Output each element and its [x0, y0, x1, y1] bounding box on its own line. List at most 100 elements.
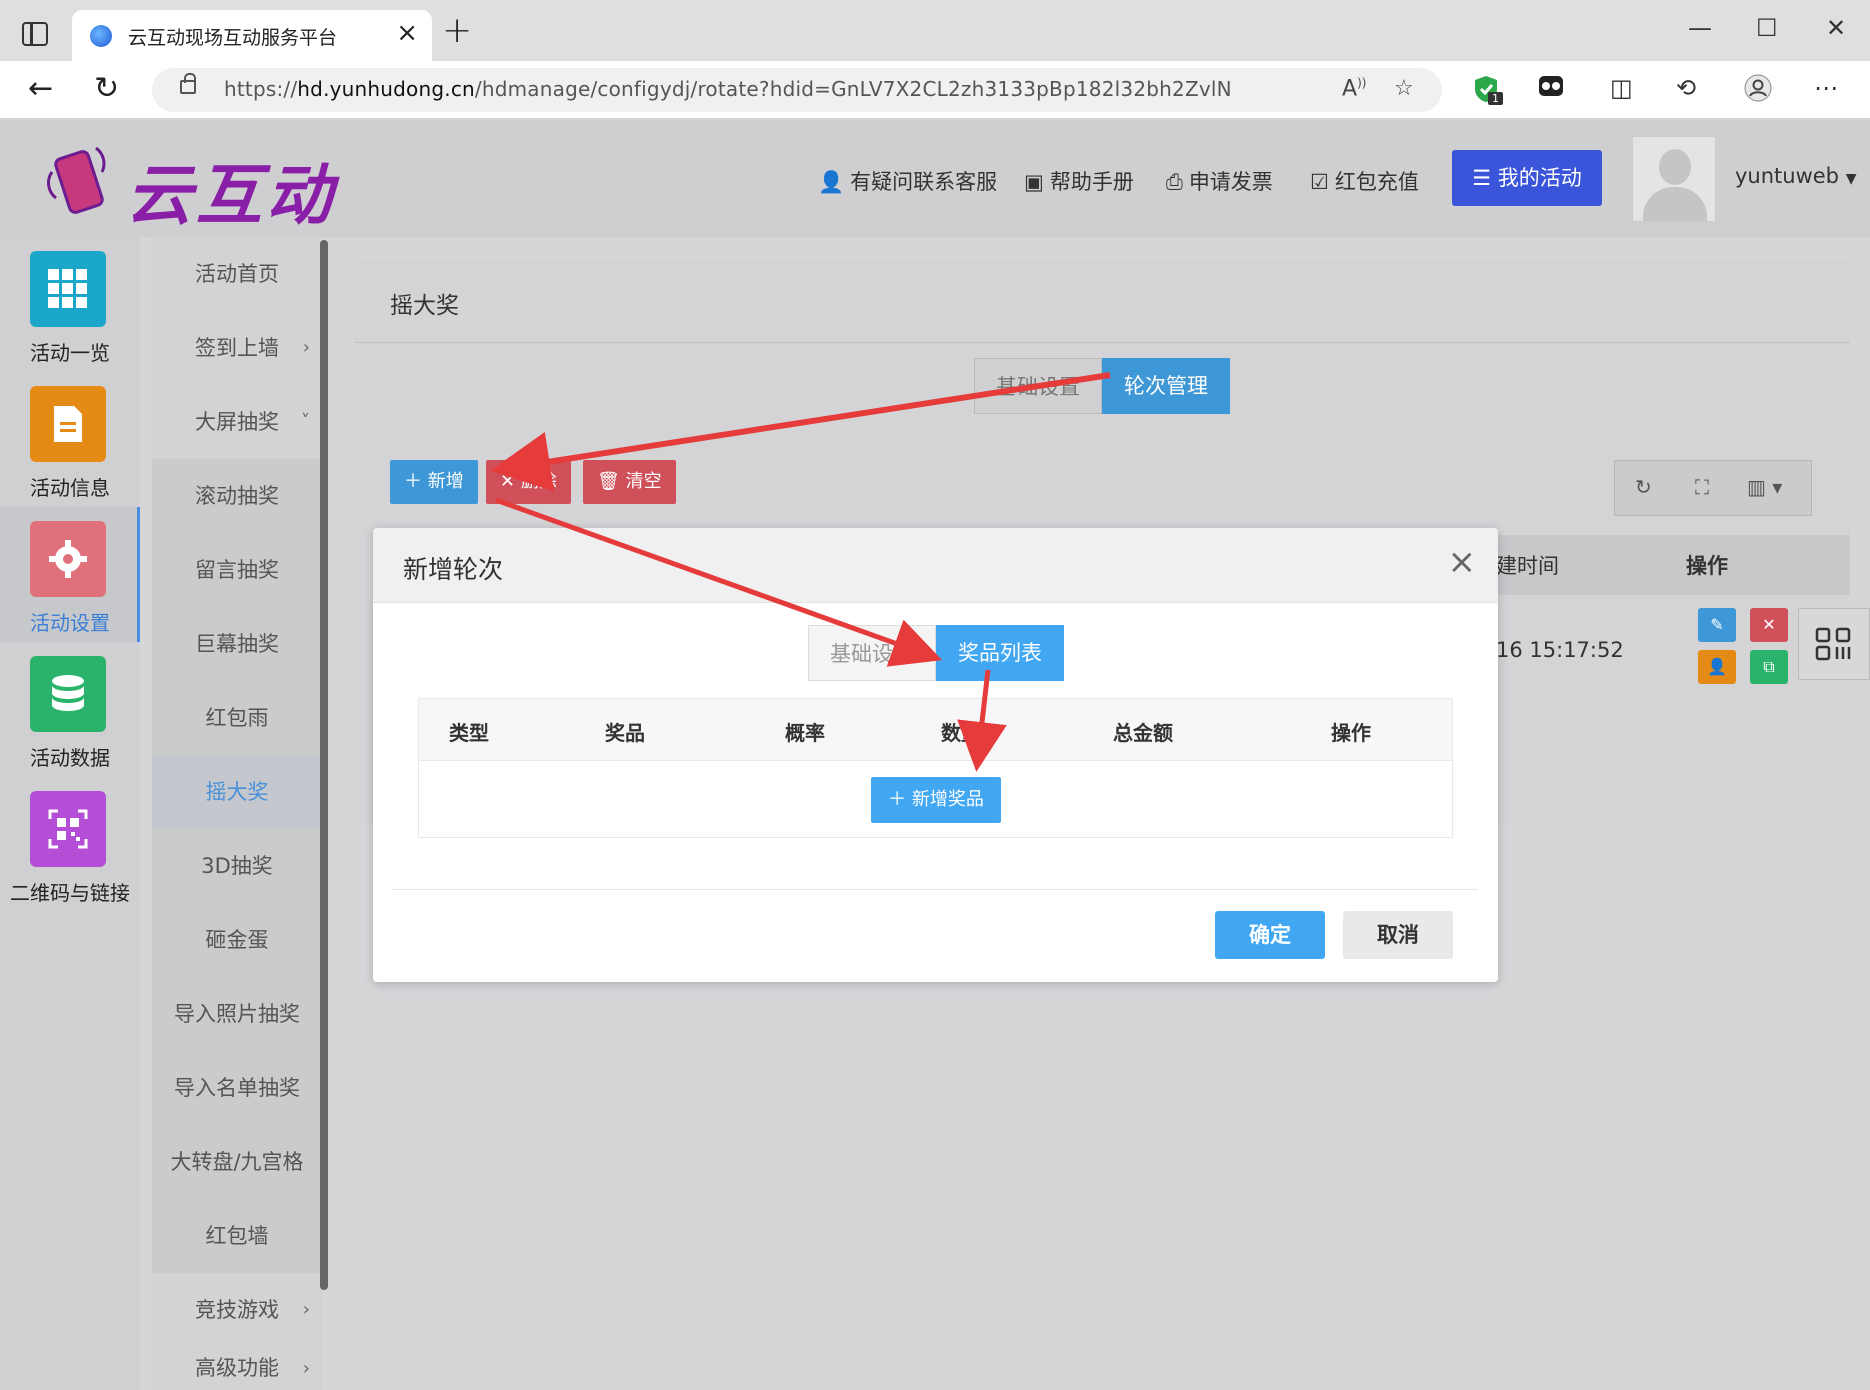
table-toolbar: ↻ ⛶ ▥ ▾ [1614, 460, 1812, 516]
more-menu-icon[interactable]: ⋯ [1814, 74, 1838, 102]
logo[interactable]: 云互动 [34, 134, 344, 234]
columns-toggle-icon[interactable]: ▥ ▾ [1747, 475, 1782, 499]
add-round-dialog: 新增轮次 × 基础设置 奖品列表 类型 奖品 概率 数量 总金额 操作 ＋ 新增… [373, 528, 1498, 982]
submenu-item[interactable]: 砸金蛋 [152, 903, 322, 977]
submenu-item[interactable]: 导入名单抽奖 [152, 1051, 322, 1125]
username-dropdown[interactable]: yuntuweb ▼ [1735, 164, 1856, 188]
window-close-icon[interactable]: ✕ [1826, 14, 1846, 42]
add-button[interactable]: ＋ 新增 [390, 460, 478, 504]
dialog-close-icon[interactable]: × [1448, 542, 1477, 582]
submenu-item[interactable]: 巨幕抽奖 [152, 607, 322, 681]
edit-icon[interactable]: ✎ [1698, 608, 1736, 642]
new-tab-icon[interactable]: + [442, 10, 472, 51]
extension-badge: 1 [1488, 92, 1503, 105]
maximize-icon[interactable]: ☐ [1756, 14, 1778, 42]
avatar[interactable] [1632, 136, 1716, 222]
floating-qrcode-button[interactable] [1798, 608, 1870, 680]
cancel-button[interactable]: 取消 [1343, 911, 1453, 959]
extension-shield-icon[interactable]: 1 [1472, 74, 1503, 110]
book-icon: ▣ [1024, 170, 1044, 194]
sidebar-item-activity-list[interactable]: 活动一览 [0, 237, 140, 372]
back-icon[interactable]: ← [28, 71, 53, 106]
qrcode-scan-icon [1815, 627, 1851, 661]
refresh-icon[interactable]: ↻ [94, 71, 119, 106]
list-icon: ☰ [1472, 166, 1498, 190]
site-favicon-icon [90, 25, 112, 47]
contact-support-link[interactable]: 👤 有疑问联系客服 [818, 166, 997, 196]
delete-row-icon[interactable]: ✕ [1750, 608, 1788, 642]
dialog-tab-basic-settings[interactable]: 基础设置 [808, 625, 936, 681]
submenu-item[interactable]: 竞技游戏 › [152, 1273, 322, 1347]
grid-icon [30, 251, 106, 327]
divider [354, 342, 1850, 343]
add-prize-button[interactable]: ＋ 新增奖品 [871, 777, 1001, 823]
plus-icon: ＋ [888, 789, 912, 810]
submenu-item[interactable]: 签到上墙 › [152, 311, 322, 385]
submenu-item[interactable]: 3D抽奖 [152, 829, 322, 903]
extension-mask-icon[interactable] [1538, 74, 1564, 104]
history-icon[interactable]: ⟲ [1676, 74, 1696, 102]
submenu-item[interactable]: 红包雨 [152, 681, 322, 755]
submenu-item-active[interactable]: 摇大奖 [152, 755, 322, 829]
submenu-item[interactable]: 留言抽奖 [152, 533, 322, 607]
tab-actions-icon[interactable] [22, 22, 48, 46]
submenu-scrollbar[interactable] [320, 240, 328, 1290]
column-header-operations: 操作 [1686, 554, 1728, 578]
my-activity-button[interactable]: ☰ 我的活动 [1452, 150, 1602, 206]
column-header-quantity: 数量 [941, 721, 981, 745]
user-plus-icon: 👤 [818, 170, 845, 194]
sidebar-item-activity-info[interactable]: 活动信息 [0, 372, 140, 507]
clear-button[interactable]: 🗑 清空 [583, 460, 676, 504]
column-header-probability: 概率 [785, 721, 825, 745]
user-icon[interactable]: 👤 [1698, 650, 1736, 684]
lock-icon [180, 73, 196, 94]
x-icon: ✕ [500, 471, 521, 492]
column-header-type: 类型 [449, 721, 489, 745]
refresh-table-icon[interactable]: ↻ [1635, 475, 1652, 499]
database-icon [30, 656, 106, 732]
column-header-total-amount: 总金额 [1113, 721, 1173, 745]
submenu-item[interactable]: 滚动抽奖 [152, 459, 322, 533]
column-header-operations: 操作 [1331, 721, 1371, 745]
tab-basic-settings[interactable]: 基础设置 [974, 358, 1102, 414]
row-created-time: 16 15:17:52 [1496, 638, 1624, 662]
chevron-right-icon: › [302, 1358, 310, 1379]
tab-title: 云互动现场互动服务平台 [128, 27, 338, 49]
caret-down-icon: ▼ [1845, 171, 1857, 187]
plus-icon: ＋ [404, 471, 428, 492]
favorite-add-icon[interactable]: ☆ [1394, 76, 1414, 101]
profile-icon[interactable] [1744, 74, 1772, 108]
submenu-item[interactable]: 高级功能 › [152, 1347, 322, 1390]
submenu-item[interactable]: 红包墙 [152, 1199, 322, 1273]
tab-round-management[interactable]: 轮次管理 [1102, 358, 1230, 414]
sidebar-item-activity-settings[interactable]: 活动设置 [0, 507, 140, 642]
delete-button[interactable]: ✕ 删除 [486, 460, 571, 504]
confirm-button[interactable]: 确定 [1215, 911, 1325, 959]
primary-sidebar: 活动一览 活动信息 活动设置 活动数据 二维码与链接 [0, 237, 140, 1390]
browser-tab[interactable]: 云互动现场互动服务平台 × [72, 10, 432, 61]
split-screen-icon[interactable]: ◫ [1610, 74, 1633, 102]
redpacket-recharge-link[interactable]: ☑ 红包充值 [1310, 166, 1419, 196]
logo-text: 云互动 [126, 157, 336, 234]
minimize-icon[interactable]: — [1688, 14, 1712, 42]
divider [393, 889, 1478, 890]
apply-invoice-link[interactable]: ⎙ 申请发票 [1166, 166, 1273, 196]
trash-icon: 🗑 [597, 471, 626, 492]
browser-tabbar: 云互动现场互动服务平台 × + — ☐ ✕ [0, 0, 1870, 61]
submenu-item[interactable]: 大转盘/九宫格 [152, 1125, 322, 1199]
copy-icon[interactable]: ⧉ [1750, 650, 1788, 684]
help-manual-link[interactable]: ▣ 帮助手册 [1024, 166, 1134, 196]
document-icon [30, 386, 106, 462]
dialog-tab-prize-list[interactable]: 奖品列表 [936, 625, 1064, 681]
address-bar[interactable]: https://hd.yunhudong.cn/hdmanage/configy… [152, 68, 1442, 112]
sidebar-item-activity-data[interactable]: 活动数据 [0, 642, 140, 777]
page-title: 摇大奖 [390, 293, 459, 319]
read-aloud-icon[interactable]: A)) [1342, 76, 1366, 101]
sidebar-item-qrcode-links[interactable]: 二维码与链接 [0, 777, 140, 912]
dialog-title: 新增轮次 [403, 555, 504, 584]
fullscreen-icon[interactable]: ⛶ [1695, 475, 1709, 499]
tab-close-icon[interactable]: × [396, 18, 418, 48]
submenu-item[interactable]: 导入照片抽奖 [152, 977, 322, 1051]
submenu-item[interactable]: 活动首页 [152, 237, 322, 311]
submenu-item[interactable]: 大屏抽奖 ˅ [152, 385, 322, 459]
